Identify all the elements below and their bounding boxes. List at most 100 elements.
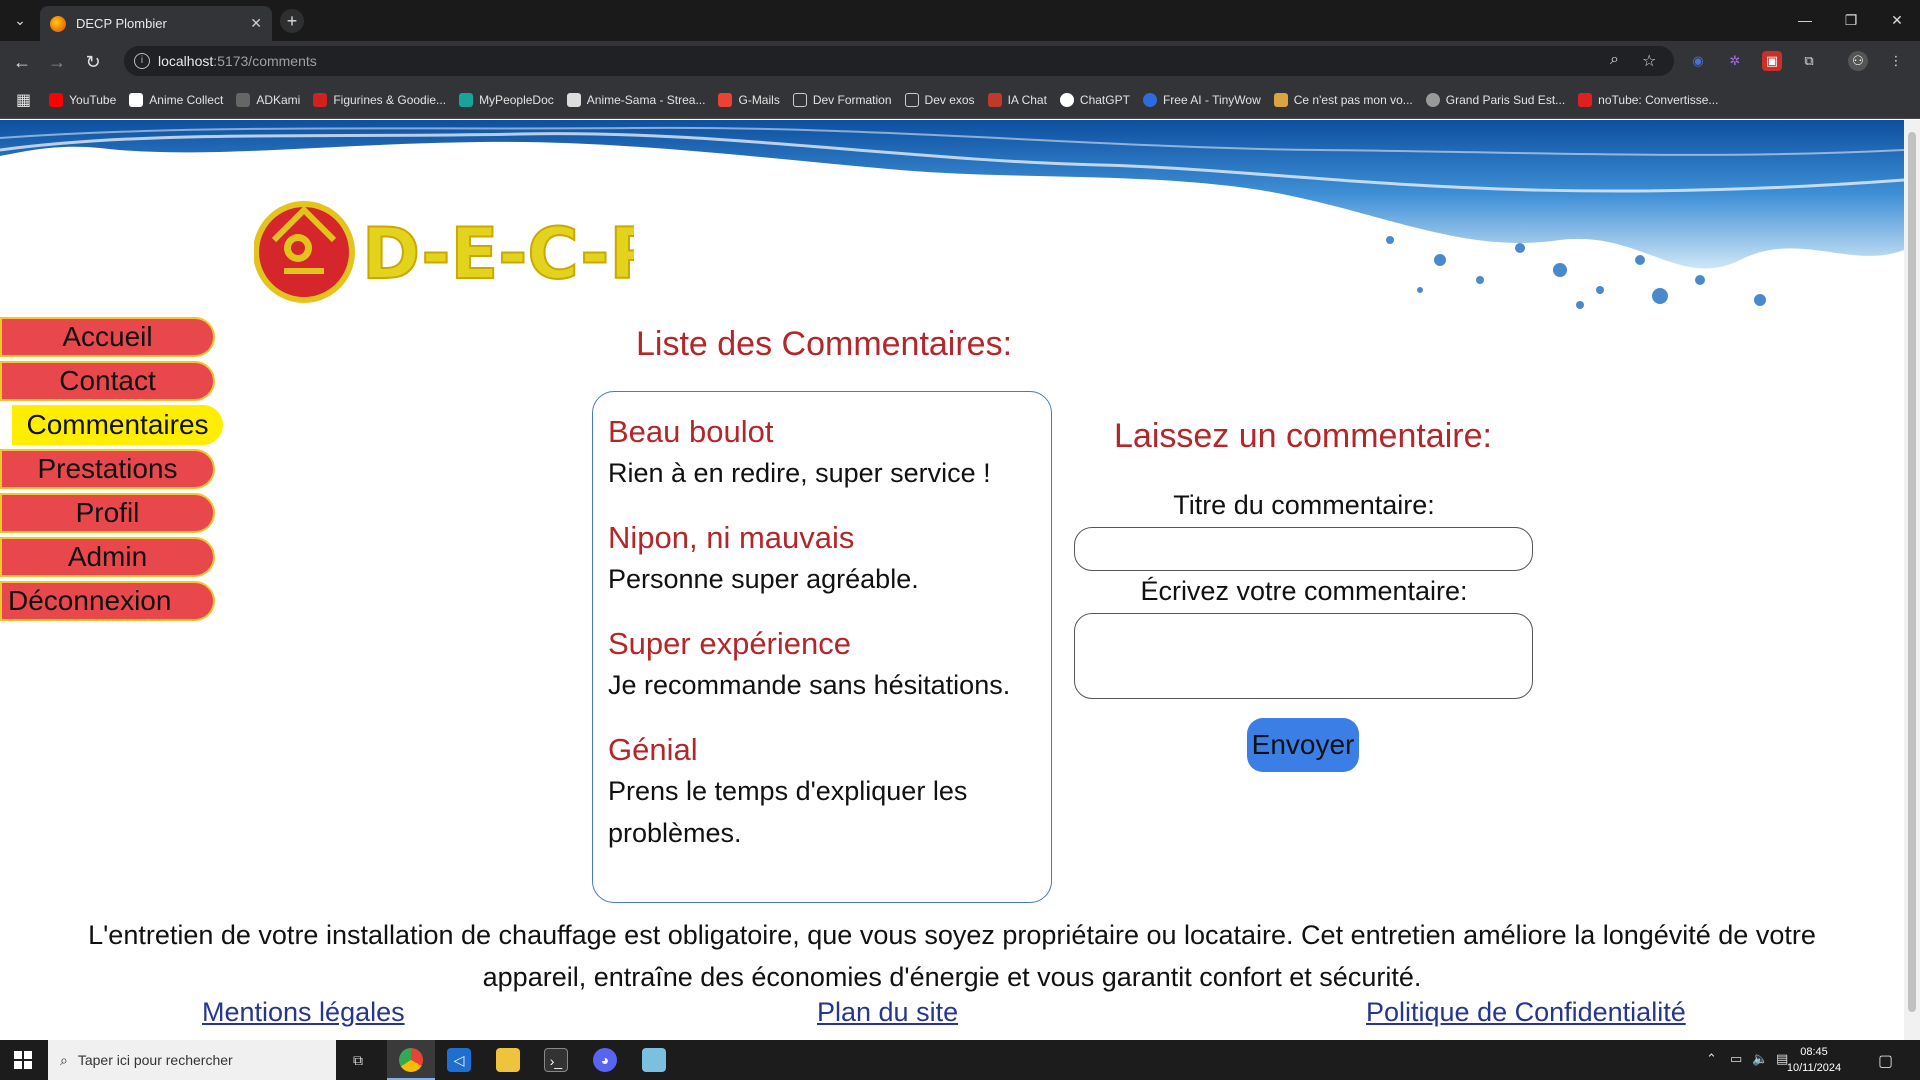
bookmark-item[interactable]: noTube: Convertisse... — [1578, 92, 1718, 107]
bookmark-folder[interactable]: Dev exos — [904, 92, 975, 107]
taskbar-search-placeholder: Taper ici pour rechercher — [77, 1052, 233, 1068]
task-view-icon[interactable]: ⧉ — [346, 1048, 370, 1072]
bookmark-favicon-icon — [987, 92, 1002, 107]
nav-contact[interactable]: Contact — [0, 361, 215, 401]
comments-list-title: Liste des Commentaires: — [636, 325, 1013, 363]
decp-logo: D-E-C-P — [254, 201, 634, 303]
chrome-icon[interactable] — [399, 1048, 423, 1072]
comment-body: Prens le temps d'expliquer les problèmes… — [608, 776, 968, 848]
discord-icon[interactable]: ◕ — [593, 1048, 617, 1072]
url-text: localhost:5173/comments — [158, 53, 317, 69]
vscode-icon[interactable]: ◁ — [447, 1048, 471, 1072]
back-arrow-icon[interactable]: ← — [9, 49, 35, 75]
bookmark-folder[interactable]: Dev Formation — [792, 92, 892, 107]
profile-avatar-icon[interactable]: ⚇ — [1848, 51, 1868, 71]
comment-title: Beau boulot — [608, 414, 774, 449]
restore-icon[interactable]: ❐ — [1828, 0, 1874, 41]
tab-close-icon[interactable]: ✕ — [250, 15, 262, 32]
browser-menu-icon[interactable]: ⋮ — [1886, 51, 1906, 71]
bookmark-item[interactable]: Free AI - TinyWow — [1142, 92, 1261, 107]
search-icon: ⌕ — [60, 1051, 68, 1068]
comment-body: Rien à en redire, super service ! — [608, 458, 991, 488]
folder-icon — [792, 92, 807, 107]
folder-icon — [904, 92, 919, 107]
extension-shield-icon[interactable]: ◉ — [1688, 51, 1708, 71]
extensions-puzzle-icon[interactable]: ⧉ — [1799, 51, 1819, 71]
bookmark-item[interactable]: G-Mails — [718, 92, 780, 107]
extension-red-icon[interactable]: ▣ — [1762, 51, 1782, 71]
nav-admin[interactable]: Admin — [0, 537, 215, 577]
comment-field-label: Écrivez votre commentaire: — [1140, 576, 1468, 606]
bookmark-star-icon[interactable]: ☆ — [1642, 51, 1656, 71]
comment-body: Personne super agréable. — [608, 564, 919, 594]
bookmark-item[interactable]: Grand Paris Sud Est... — [1425, 92, 1565, 107]
nav-prestations[interactable]: Prestations — [0, 449, 215, 489]
zoom-icon[interactable]: ⌕ — [1610, 51, 1619, 69]
comment-form-title: Laissez un commentaire: — [1114, 417, 1492, 455]
scrollbar-thumb[interactable] — [1908, 132, 1916, 1012]
tray-chevron-icon[interactable]: ⌃ — [1706, 1051, 1717, 1067]
site-info-icon[interactable]: i — [134, 53, 150, 69]
bookmark-favicon-icon — [459, 92, 474, 107]
minimize-icon[interactable]: — — [1782, 0, 1828, 41]
bookmark-item[interactable]: IA Chat — [987, 92, 1047, 107]
page-viewport: D-E-C-P Accueil Contact Commentaires Pre… — [0, 120, 1904, 1040]
bookmark-item[interactable]: MyPeopleDoc — [459, 92, 554, 107]
bookmark-item[interactable]: Ce n'est pas mon vo... — [1273, 92, 1413, 107]
site-favicon-icon — [50, 15, 66, 32]
reload-icon[interactable]: ↻ — [80, 49, 106, 75]
new-tab-button[interactable]: + — [280, 9, 304, 33]
bookmark-favicon-icon — [236, 92, 251, 107]
logo-text: D-E-C-P — [362, 213, 634, 295]
bookmark-favicon-icon — [129, 92, 144, 107]
nav-commentaires[interactable]: Commentaires — [12, 405, 223, 445]
apps-grid-icon[interactable]: ▦ — [16, 90, 31, 110]
chatgpt-icon — [1059, 92, 1074, 107]
nav-profil[interactable]: Profil — [0, 493, 215, 533]
send-comment-button[interactable]: Envoyer — [1247, 718, 1359, 772]
bookmark-favicon-icon — [566, 92, 581, 107]
address-bar[interactable]: i localhost:5173/comments ⌕ ☆ — [124, 46, 1674, 76]
taskbar-search[interactable]: ⌕ Taper ici pour rechercher — [48, 1040, 336, 1080]
bookmark-item[interactable]: Anime Collect — [129, 92, 223, 107]
comment-body: Je recommande sans hésitations. — [608, 670, 1011, 700]
clock-time: 08:45 — [1800, 1046, 1828, 1058]
comment-body-textarea[interactable] — [1074, 613, 1533, 699]
notifications-icon[interactable]: ▢ — [1878, 1051, 1893, 1071]
youtube-icon — [49, 92, 64, 107]
bookmark-item[interactable]: Anime-Sama - Strea... — [566, 92, 705, 107]
taskbar-clock[interactable]: 08:45 10/11/2024 — [1784, 1044, 1844, 1076]
tab-search-chevron-icon[interactable]: ⌄ — [8, 8, 32, 32]
comments-list: Beau boulot Rien à en redire, super serv… — [592, 391, 1052, 903]
legal-notice-link[interactable]: Mentions légales — [202, 997, 405, 1028]
privacy-policy-link[interactable]: Politique de Confidentialité — [1366, 997, 1686, 1028]
nav-deconnexion[interactable]: Déconnexion — [0, 581, 215, 621]
tray-device-icon[interactable]: ▭ — [1730, 1051, 1742, 1067]
gmail-icon — [718, 92, 733, 107]
browser-tab-strip: ⌄ DECP Plombier ✕ + — ❐ ✕ — [0, 0, 1920, 41]
clock-date: 10/11/2024 — [1786, 1062, 1842, 1074]
windows-start-icon[interactable] — [14, 1051, 32, 1069]
forward-arrow-icon[interactable]: → — [44, 49, 70, 75]
comment-title: Nipon, ni mauvais — [608, 520, 855, 555]
notepad-icon[interactable] — [642, 1048, 666, 1072]
close-window-icon[interactable]: ✕ — [1874, 0, 1920, 41]
browser-toolbar: ← → ↻ i localhost:5173/comments ⌕ ☆ ◉ ✲ … — [0, 41, 1920, 81]
bookmark-favicon-icon — [1578, 92, 1593, 107]
comment-title: Génial — [608, 732, 698, 767]
bookmark-item[interactable]: YouTube — [49, 92, 116, 107]
windows-taskbar: ⌕ Taper ici pour rechercher ⧉ ◁ ›_ ◕ ⌃ ▭… — [0, 1040, 1920, 1080]
nav-accueil[interactable]: Accueil — [0, 317, 215, 357]
bookmark-item[interactable]: ADKami — [236, 92, 300, 107]
sitemap-link[interactable]: Plan du site — [817, 997, 958, 1028]
browser-tab[interactable]: DECP Plombier ✕ — [40, 6, 272, 41]
comment-title: Super expérience — [608, 626, 851, 661]
extension-gear-icon[interactable]: ✲ — [1725, 51, 1745, 71]
volume-icon[interactable]: 🔈 — [1752, 1051, 1768, 1067]
bookmark-favicon-icon — [1425, 92, 1440, 107]
file-explorer-icon[interactable] — [496, 1048, 520, 1072]
terminal-icon[interactable]: ›_ — [544, 1048, 568, 1072]
bookmark-item[interactable]: ChatGPT — [1059, 92, 1130, 107]
comment-title-input[interactable] — [1074, 527, 1533, 571]
bookmark-item[interactable]: Figurines & Goodie... — [313, 92, 446, 107]
